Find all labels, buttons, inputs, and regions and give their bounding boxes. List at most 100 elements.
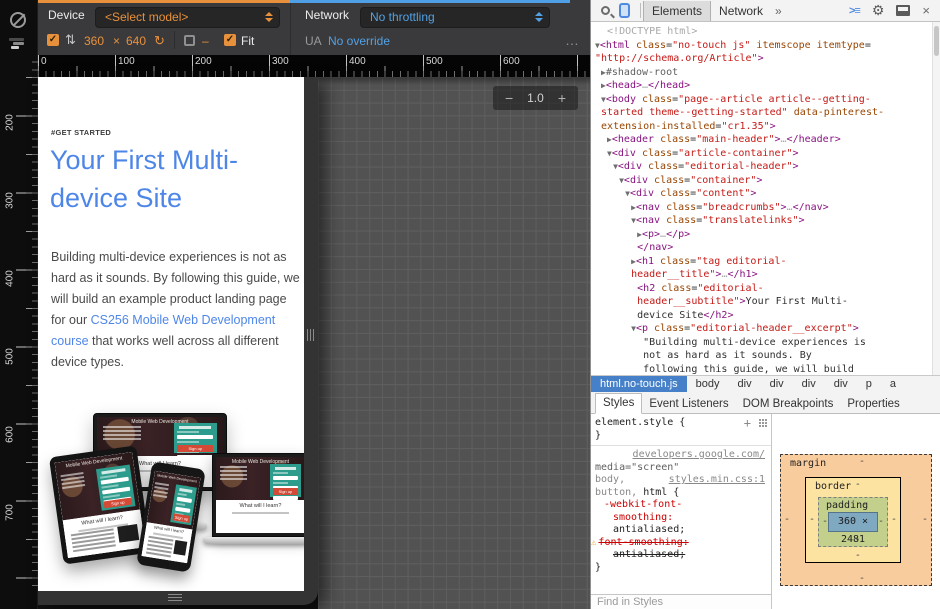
invalid-css-property[interactable]: ⚠font-smoothing: xyxy=(591,537,771,550)
elements-tree-line[interactable]: ▶<header class="main-header">…</header> xyxy=(595,133,940,147)
box-model-content-size[interactable]: 360 × 2481 xyxy=(828,512,878,532)
resolution-width[interactable]: 360 xyxy=(84,34,104,48)
css-file-link[interactable]: styles.min.css:1 xyxy=(669,474,765,485)
emulation-toolbar: Device <Select model> Network No throttl… xyxy=(38,0,590,55)
mini-form-label xyxy=(103,494,120,498)
element-state-icon[interactable] xyxy=(759,419,767,427)
mini-form-input xyxy=(273,476,297,480)
elements-tree-line[interactable]: ▶<head>…</head> xyxy=(595,79,940,93)
elements-tree-line[interactable]: following this guide, we will build xyxy=(595,363,940,376)
elements-tree-line[interactable]: ▶#shadow-root xyxy=(595,66,940,80)
tablet-illustration: Mobile Web DevelopmentSign upWhat will I… xyxy=(49,445,151,564)
zoom-level: 1.0 xyxy=(527,91,544,105)
elements-tree-line[interactable]: ▼<div class="content"> xyxy=(595,187,940,201)
console-drawer-icon[interactable]: >≡ xyxy=(849,5,860,17)
mini-form-label xyxy=(100,474,117,478)
tab-network[interactable]: Network xyxy=(711,1,771,21)
device-width-resize-handle[interactable] xyxy=(307,329,315,341)
elements-tree-line[interactable]: ▼<div class="editorial-header"> xyxy=(595,160,940,174)
resolution-height[interactable]: 640 xyxy=(126,34,146,48)
breadcrumb-item[interactable]: p xyxy=(857,376,881,392)
breadcrumb-item[interactable]: div xyxy=(825,376,857,392)
device-mode-window: 200300400500600700 Device <Select model>… xyxy=(0,0,940,609)
dpr-value[interactable]: – xyxy=(202,34,209,48)
elements-tree-line[interactable]: ▼<html class="no-touch js" itemscope ite… xyxy=(595,39,940,53)
elements-tree-line[interactable]: </nav> xyxy=(595,241,940,255)
elements-tree-line[interactable]: <!DOCTYPE html> xyxy=(595,25,940,39)
elements-tree-line[interactable]: ▶<nav class="breadcrumbs">…</nav> xyxy=(595,201,940,215)
new-rule-plus-icon[interactable]: + xyxy=(744,418,751,428)
reset-resolution-icon[interactable]: ↻ xyxy=(154,33,165,49)
tab-event-listeners[interactable]: Event Listeners xyxy=(642,395,735,414)
breadcrumb-item[interactable]: div xyxy=(761,376,793,392)
page-excerpt: Building multi-device experiences is not… xyxy=(51,247,301,373)
styles-rules: + element.style { } developers.google.co… xyxy=(591,414,771,609)
swap-dimensions-icon[interactable]: ⇅ xyxy=(65,32,76,48)
elements-tree-line[interactable]: ▼<div class="article-container"> xyxy=(595,147,940,161)
fit-checkbox[interactable]: ✓ xyxy=(224,34,236,46)
elements-tree-line[interactable]: header__subtitle">Your First Multi- xyxy=(595,295,940,309)
elements-tree-line[interactable]: started theme--getting-started" data-pin… xyxy=(595,106,940,120)
mini-subtext xyxy=(232,512,289,514)
dock-side-icon[interactable] xyxy=(896,5,910,16)
css-property[interactable]: smoothing: xyxy=(591,512,771,525)
box-model-padding[interactable]: padding - - - - 360 × 2481 xyxy=(818,497,888,547)
tab-styles[interactable]: Styles xyxy=(595,393,642,414)
elements-tree-line[interactable]: ▼<body class="page--article article--get… xyxy=(595,93,940,107)
mini-image-block xyxy=(117,524,139,543)
stylesheet-source-link[interactable]: developers.google.com/ xyxy=(633,449,765,460)
elements-tree-line[interactable]: ▼<nav class="translatelinks"> xyxy=(595,214,940,228)
css-property[interactable]: -webkit-font- xyxy=(591,499,771,512)
search-icon[interactable] xyxy=(601,6,610,15)
emulated-page: #GET STARTED Your First Multi-device Sit… xyxy=(38,77,304,591)
elements-tree-line[interactable]: device Site</h2> xyxy=(595,309,940,323)
element-style-rule[interactable]: + element.style { xyxy=(591,414,771,430)
elements-tree-line[interactable]: ▶<h1 class="tag editorial- xyxy=(595,255,940,269)
settings-gear-icon[interactable]: ⚙ xyxy=(872,2,885,19)
elements-tree-line[interactable]: header__title">…</h1> xyxy=(595,268,940,282)
zoom-out-button[interactable]: − xyxy=(505,90,513,106)
network-throttling-select[interactable]: No throttling xyxy=(360,7,550,28)
tab-elements[interactable]: Elements xyxy=(643,1,711,21)
tab-properties[interactable]: Properties xyxy=(840,395,906,414)
mini-hero-text xyxy=(153,482,169,500)
elements-tree-line[interactable]: ▼<div class="container"> xyxy=(595,174,940,188)
box-model-border[interactable]: border - - - - padding - - - - 360 × 248… xyxy=(805,477,901,563)
screencast-icon[interactable] xyxy=(184,35,195,46)
more-tabs-chevron[interactable]: » xyxy=(775,4,782,18)
toolbar-overflow-dots[interactable]: … xyxy=(565,32,580,48)
close-devtools-icon[interactable]: × xyxy=(922,3,930,18)
elements-tree-line[interactable]: "http://schema.org/Article"> xyxy=(595,52,940,66)
device-model-select[interactable]: <Select model> xyxy=(95,7,280,28)
mini-form-label xyxy=(177,431,198,433)
tab-dom-breakpoints[interactable]: DOM Breakpoints xyxy=(736,395,841,414)
network-throttle-icon[interactable] xyxy=(9,38,29,50)
breadcrumb-item[interactable]: a xyxy=(881,376,905,392)
block-overrides-icon[interactable] xyxy=(10,12,26,28)
breadcrumb-item[interactable]: html.no-touch.js xyxy=(591,376,687,392)
device-height-resize-handle[interactable] xyxy=(168,594,182,602)
mini-image-block xyxy=(174,540,188,556)
breadcrumb-item[interactable]: body xyxy=(687,376,729,392)
elements-tree-line[interactable]: ▶<p>…</p> xyxy=(595,228,940,242)
box-model-margin[interactable]: margin - - - - border - - - - padding - xyxy=(780,454,932,586)
network-accent-bar xyxy=(290,0,570,3)
breadcrumb-item[interactable]: div xyxy=(729,376,761,392)
zoom-in-button[interactable]: + xyxy=(558,90,566,106)
elements-tree-line[interactable]: extension-installed="cr1.35"> xyxy=(595,120,940,134)
ua-override-value[interactable]: No override xyxy=(328,34,390,48)
tree-scrollbar xyxy=(932,22,940,375)
elements-tree-line[interactable]: <h2 class="editorial- xyxy=(595,282,940,296)
horizontal-ruler: 0100200300400500600 xyxy=(38,55,590,77)
elements-tree-line[interactable]: not as hard as it sounds. By xyxy=(595,349,940,363)
find-in-styles-input[interactable]: Find in Styles xyxy=(591,594,771,609)
css-value[interactable]: antialiased; xyxy=(591,524,771,537)
mini-signup-form: Sign up xyxy=(174,423,217,453)
scrollbar-thumb[interactable] xyxy=(934,26,939,56)
breadcrumb-item[interactable]: div xyxy=(793,376,825,392)
device-mode-icon[interactable] xyxy=(619,3,630,18)
select-arrows-icon xyxy=(265,12,273,22)
elements-tree-line[interactable]: "Building multi-device experiences is xyxy=(595,336,940,350)
elements-tree-line[interactable]: ▼<p class="editorial-header__excerpt"> xyxy=(595,322,940,336)
emulate-resolution-checkbox[interactable]: ✓ xyxy=(47,34,59,46)
